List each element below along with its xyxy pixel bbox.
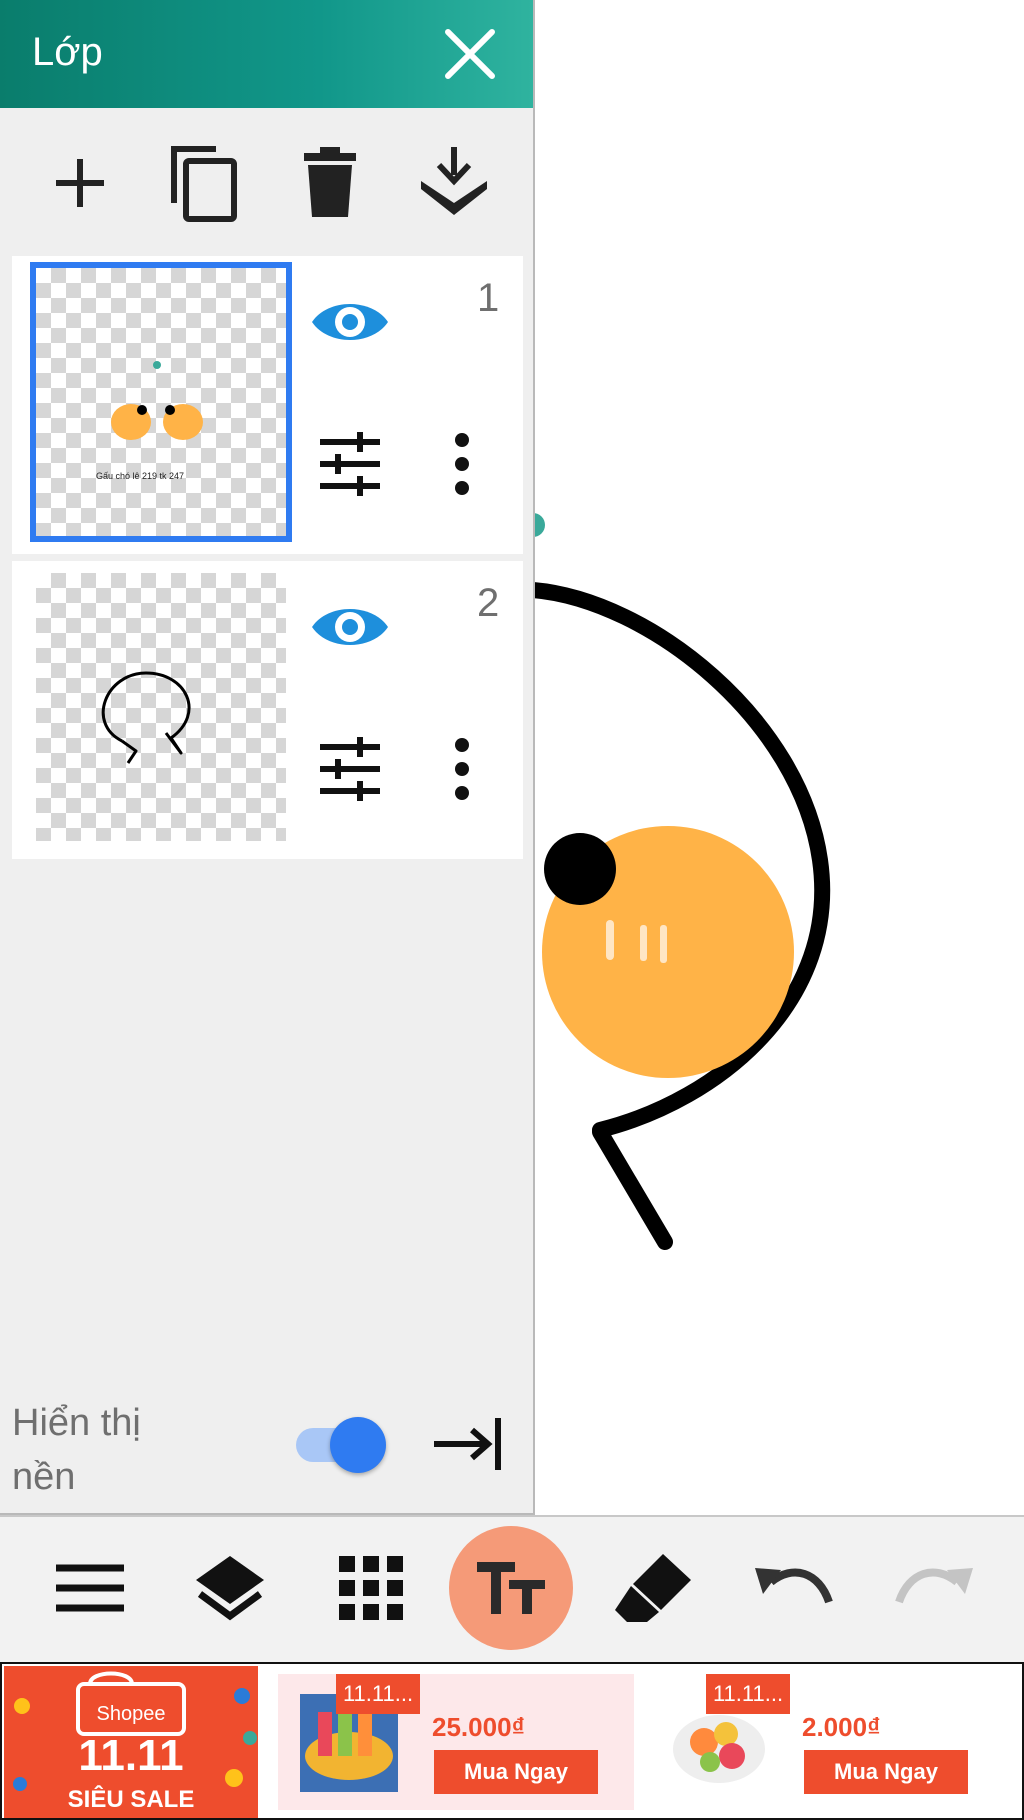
more-vert-icon[interactable] (452, 737, 472, 801)
layer-row[interactable]: 2 (12, 561, 523, 859)
grid-button[interactable] (316, 1533, 426, 1643)
undo-icon (755, 1568, 833, 1604)
buy-now-button[interactable]: Mua Ngay (434, 1750, 598, 1794)
visibility-eye-icon[interactable] (310, 294, 390, 350)
layer-adjust-icon[interactable] (318, 432, 382, 496)
sale-badge: 11.11... (336, 1674, 420, 1714)
undo-button[interactable] (738, 1533, 848, 1643)
collapse-panel-button[interactable] (432, 1414, 504, 1474)
ad-product-card[interactable]: 11.11... 2.000₫ Mua Ngay (648, 1674, 1004, 1810)
blush-line (606, 920, 614, 960)
trash-icon (304, 147, 356, 217)
duplicate-layer-button[interactable] (162, 138, 242, 228)
panel-header: Lớp (0, 0, 533, 108)
thumb-caption: Gấu chó lê 219 tk 247 (96, 471, 184, 481)
panel-title: Lớp (32, 30, 103, 74)
merge-down-icon (421, 147, 487, 215)
layer-number: 2 (477, 581, 500, 625)
menu-icon (56, 1564, 124, 1612)
ad-product-card[interactable]: 11.11... 25.000₫ Mua Ngay (278, 1674, 634, 1810)
toggle-knob (330, 1417, 386, 1473)
plus-icon (56, 159, 104, 207)
layers-button[interactable] (175, 1533, 285, 1643)
layer-adjust-icon[interactable] (318, 737, 382, 801)
layer-number: 1 (477, 276, 500, 320)
close-button[interactable] (440, 24, 500, 84)
redo-icon (895, 1568, 973, 1604)
event-number: 11.11 (78, 1731, 183, 1780)
sale-label: SIÊU SALE (68, 1785, 195, 1813)
background-toggle[interactable] (296, 1414, 388, 1474)
close-icon (445, 29, 495, 79)
buy-now-button[interactable]: Mua Ngay (804, 1750, 968, 1794)
bottom-toolbar (0, 1515, 1024, 1664)
eye-dot (544, 833, 616, 905)
outline-stroke-tail (592, 1124, 673, 1250)
product-price: 25.000₫ (432, 1712, 525, 1742)
layer-thumbnail[interactable] (36, 573, 286, 841)
eraser-button[interactable] (598, 1533, 708, 1643)
layer-thumbnail-art: Gấu chó lê 219 tk 247 (96, 361, 203, 481)
duplicate-icon (171, 146, 237, 222)
text-icon (477, 1562, 545, 1614)
delete-layer-button[interactable] (290, 138, 370, 228)
grid-icon (339, 1556, 403, 1620)
blush-line (660, 925, 667, 963)
visibility-eye-icon[interactable] (310, 599, 390, 655)
shopee-logo[interactable]: Shopee 11.11 SIÊU SALE (4, 1666, 258, 1818)
blush-line (640, 925, 647, 961)
layer-thumbnail[interactable]: Gấu chó lê 219 tk 247 (30, 262, 292, 542)
background-label: Hiển thị nền (12, 1402, 141, 1498)
layers-icon (196, 1556, 264, 1621)
add-layer-button[interactable] (40, 138, 120, 228)
arrow-to-edge-icon (434, 1418, 501, 1470)
layer-thumbnail-art (101, 671, 191, 764)
shopee-sale-graphic: Shopee 11.11 SIÊU SALE (13, 1671, 257, 1813)
text-tool-button[interactable] (449, 1526, 573, 1650)
sale-badge: 11.11... (706, 1674, 790, 1714)
eraser-icon (615, 1554, 691, 1622)
more-vert-icon[interactable] (452, 432, 472, 496)
layer-row[interactable]: Gấu chó lê 219 tk 247 1 (12, 256, 523, 554)
merge-down-button[interactable] (414, 138, 494, 228)
layers-panel: Lớp Gấu chó lê 219 tk 247 1 2 Hiển thị n… (0, 0, 535, 1515)
menu-button[interactable] (35, 1533, 145, 1643)
ad-banner[interactable]: Shopee 11.11 SIÊU SALE 11.11... 25.000₫ … (0, 1662, 1024, 1820)
layer-tools (0, 108, 533, 256)
shopee-brand: Shopee (97, 1703, 166, 1725)
redo-button[interactable] (880, 1533, 990, 1643)
product-price: 2.000₫ (802, 1712, 881, 1742)
